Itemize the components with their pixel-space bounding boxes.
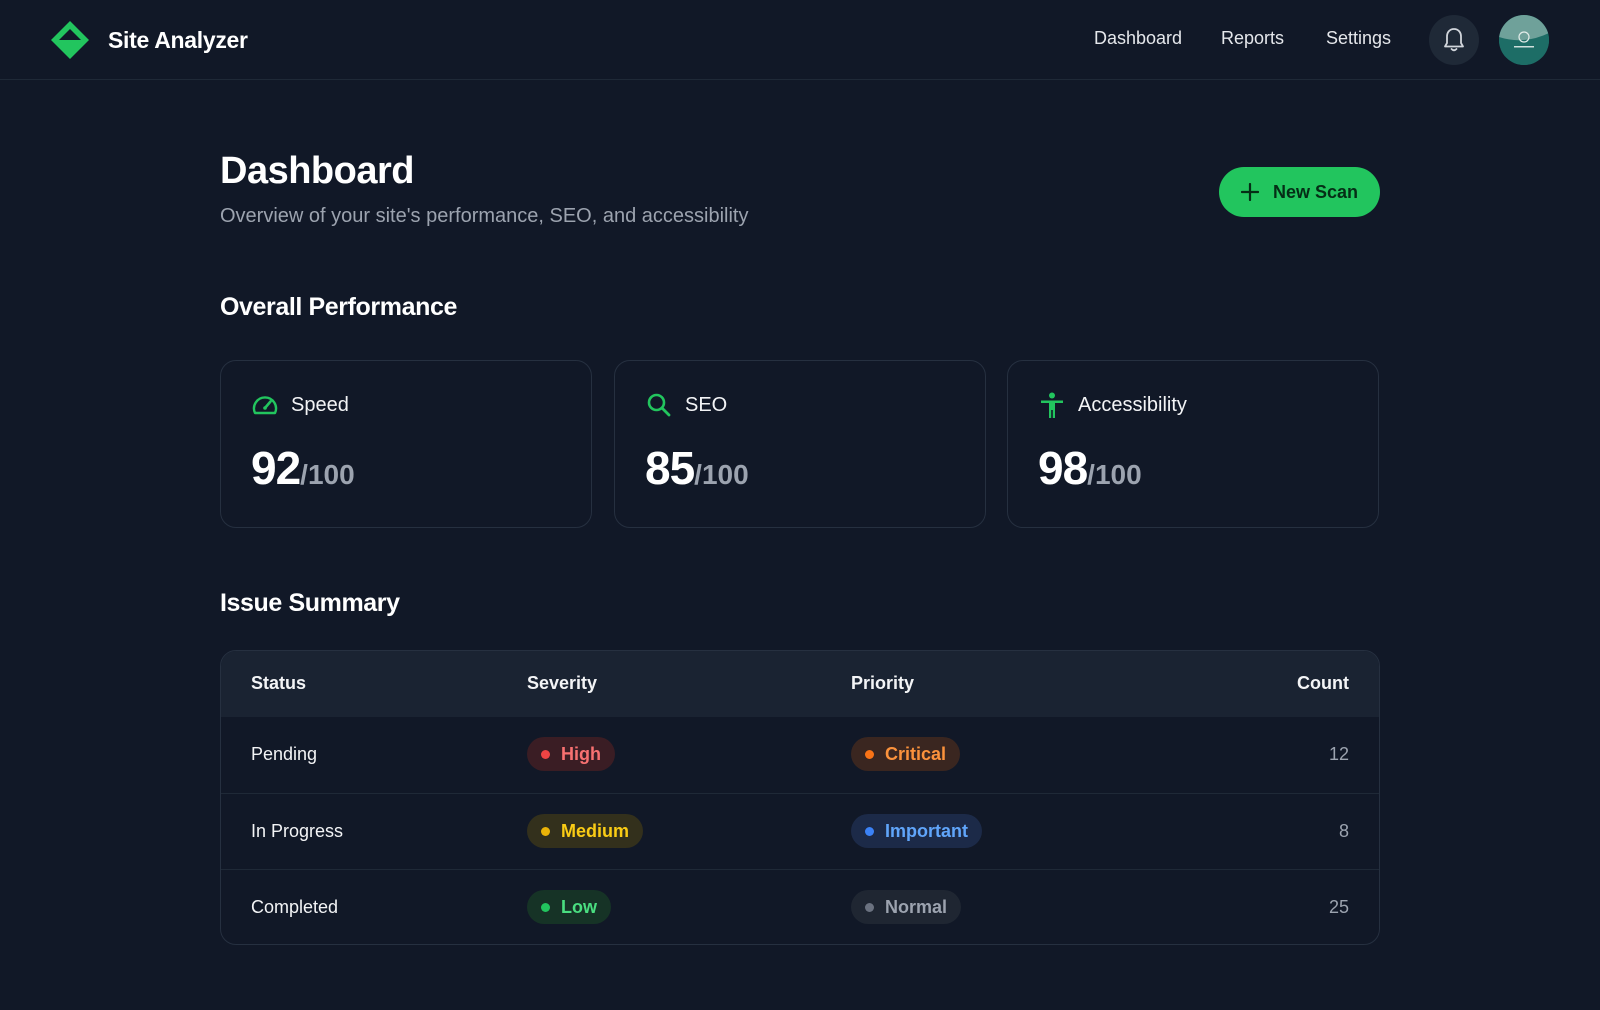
priority-badge: Normal (851, 890, 962, 924)
status-cell: Completed (251, 897, 339, 917)
priority-badge: Important (851, 814, 982, 848)
nav-item-settings[interactable]: Settings (1326, 28, 1391, 49)
performance-section-title: Overall Performance (220, 293, 457, 321)
seo-score: 85/100 (645, 441, 749, 495)
card-label-accessibility: Accessibility (1078, 393, 1187, 416)
new-scan-label: New Scan (1272, 181, 1359, 202)
table-header: Status Severity Priority Count (221, 651, 1379, 717)
status-cell: Pending (251, 744, 318, 764)
score-max: /100 (1087, 459, 1142, 490)
status-cell: In Progress (251, 821, 344, 841)
plus-icon (1240, 183, 1259, 201)
column-header-count: Count (1297, 673, 1349, 693)
score-max: /100 (694, 459, 749, 490)
top-bar: Site Analyzer Dashboard Reports Settings (0, 0, 1600, 80)
bell-icon (1444, 28, 1464, 52)
nav-item-reports[interactable]: Reports (1221, 28, 1284, 49)
severity-badge: Medium (527, 814, 644, 848)
new-scan-button[interactable]: New Scan (1219, 167, 1380, 217)
accessibility-icon (1041, 392, 1063, 418)
search-icon (647, 393, 671, 417)
speedometer-icon (252, 396, 278, 415)
priority-label: Critical (885, 743, 947, 764)
table-row[interactable]: Completed Low Normal 25 (221, 869, 1379, 944)
priority-label: Important (885, 820, 968, 841)
brand[interactable]: Site Analyzer (50, 20, 248, 60)
severity-label: Low (561, 896, 597, 917)
severity-dot (541, 749, 550, 759)
severity-badge: Low (527, 890, 611, 924)
avatar-image (1499, 15, 1549, 65)
nav-item-dashboard[interactable]: Dashboard (1094, 28, 1182, 49)
diamond-logo-icon (51, 21, 89, 59)
count-cell: 12 (1328, 744, 1349, 764)
severity-dot (541, 902, 550, 912)
count-cell: 8 (1338, 821, 1349, 841)
card-label-speed: Speed (291, 393, 349, 416)
severity-label: Medium (561, 820, 630, 841)
priority-badge: Critical (851, 737, 961, 771)
table-row[interactable]: Pending High Critical 12 (221, 717, 1379, 793)
count-cell: 25 (1328, 897, 1349, 917)
column-header-severity: Severity (527, 673, 598, 693)
accessibility-score: 98/100 (1038, 441, 1142, 495)
accessibility-card: Accessibility 98/100 (1007, 360, 1379, 528)
severity-label: High (561, 743, 601, 764)
score-value: 98 (1038, 442, 1088, 494)
priority-dot (865, 826, 874, 836)
priority-dot (865, 749, 874, 759)
issues-section-title: Issue Summary (220, 589, 400, 617)
card-label-seo: SEO (685, 393, 728, 416)
severity-badge: High (527, 737, 615, 771)
notifications-button[interactable] (1429, 15, 1479, 65)
score-value: 92 (251, 442, 301, 494)
column-header-priority: Priority (851, 673, 915, 693)
app-name: Site Analyzer (108, 26, 248, 53)
page-title: Dashboard (220, 150, 414, 192)
score-value: 85 (645, 442, 695, 494)
column-header-status: Status (251, 673, 307, 693)
speed-score: 92/100 (251, 441, 355, 495)
priority-label: Normal (885, 896, 948, 917)
severity-dot (541, 826, 550, 836)
page-subtitle: Overview of your site's performance, SEO… (220, 205, 749, 227)
table-row[interactable]: In Progress Medium Important 8 (221, 793, 1379, 870)
speed-card: Speed 92/100 (220, 360, 592, 528)
score-max: /100 (300, 459, 355, 490)
issue-summary-table: Status Severity Priority Count Pending H… (220, 650, 1380, 945)
seo-card: SEO 85/100 (614, 360, 986, 528)
priority-dot (865, 902, 874, 912)
user-avatar[interactable] (1499, 15, 1549, 65)
